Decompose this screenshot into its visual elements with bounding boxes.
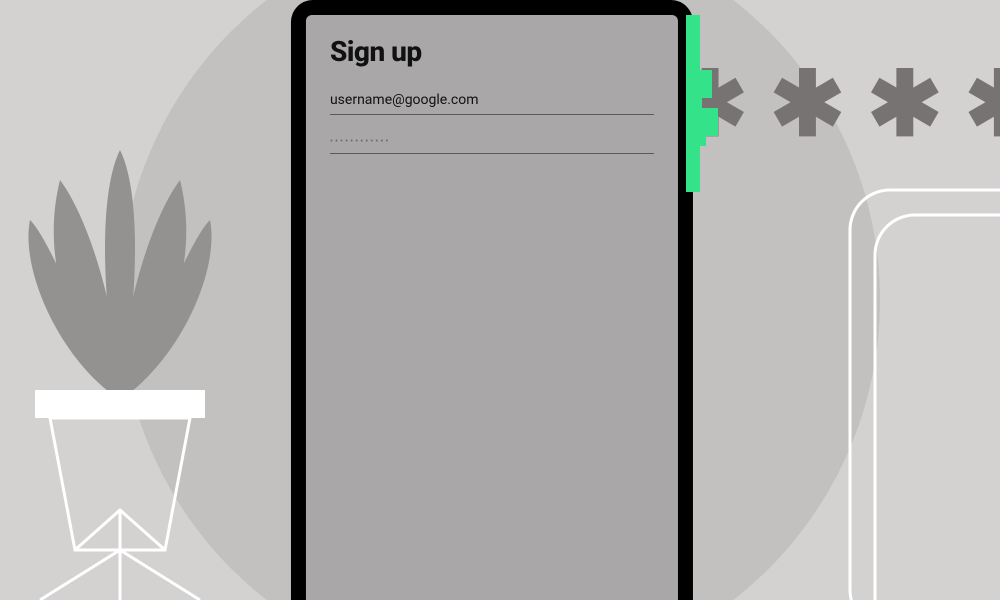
plant-illustration <box>0 40 260 600</box>
cards-illustration <box>840 180 1000 600</box>
asterisk-icon: ✱ <box>965 60 1000 150</box>
password-asterisks-decor: ✱ ✱ ✱ ✱ <box>672 60 1000 150</box>
asterisk-icon: ✱ <box>867 60 942 150</box>
username-field[interactable] <box>330 86 654 115</box>
phone-frame: Sign up OK <box>291 0 693 600</box>
asterisk-icon: ✱ <box>770 60 845 150</box>
phone-screen: Sign up OK <box>306 15 678 600</box>
page-title: Sign up <box>330 35 654 68</box>
password-field[interactable] <box>330 131 654 154</box>
